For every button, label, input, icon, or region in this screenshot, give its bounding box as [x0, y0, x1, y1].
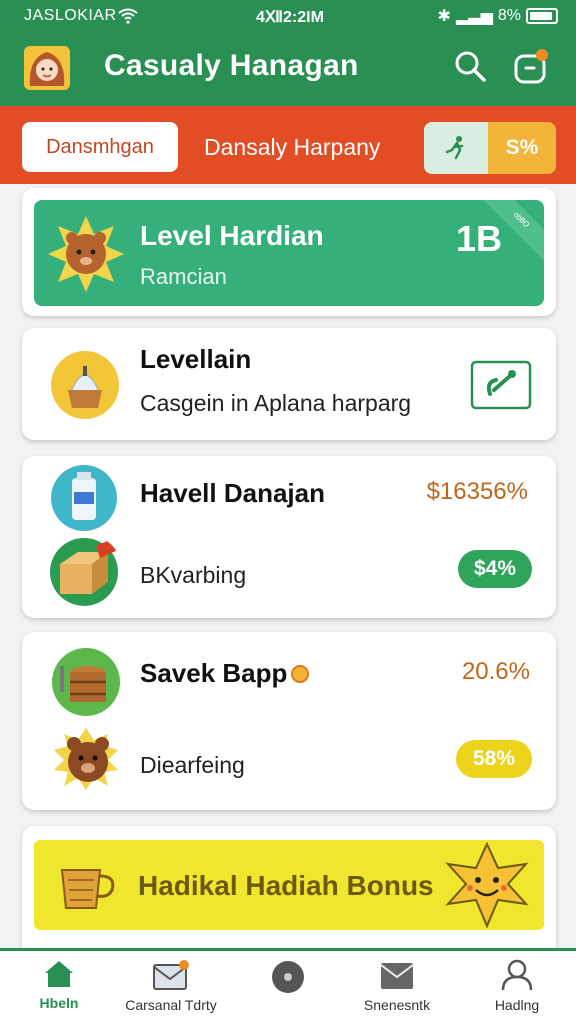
savek-value: 20.6%	[461, 658, 530, 685]
record-icon	[272, 961, 304, 993]
signal-icon: ▂▃▅	[455, 8, 493, 25]
nav-messages-label: Snenesntk	[363, 997, 431, 1013]
app-title: Casualy Hanagan	[104, 49, 359, 82]
mail-badge-icon	[153, 960, 189, 990]
battery-icon	[526, 8, 558, 24]
status-right: ✱ ▂▃▅ 8%	[438, 6, 558, 26]
bucket-icon	[51, 351, 119, 419]
coin-icon	[291, 664, 310, 683]
nav-messages[interactable]: Snenesntk	[342, 959, 452, 1013]
toggle-run-option[interactable]	[424, 122, 488, 174]
cup-icon	[60, 869, 115, 909]
banner-number: 1B	[456, 218, 503, 259]
app-bar: Casualy Hanagan	[0, 34, 576, 106]
levellain-card[interactable]: Levellain Casgein in Aplana harparg	[22, 328, 556, 440]
bottom-nav: Hbeln Carsanal Tdrty Snenesntk Hadlng	[0, 948, 576, 1024]
profile-icon	[501, 959, 533, 991]
bear-sun-icon	[48, 216, 124, 292]
nav-center[interactable]	[233, 959, 343, 1001]
carrier-label: JASLOKIAR	[24, 7, 117, 24]
level-banner[interactable]: Level Hardian Ramcian 1B ᵒᵇᴮᴼ	[34, 200, 544, 306]
smiley-star-icon	[445, 842, 529, 928]
nav-profile[interactable]: Hadlng	[462, 959, 572, 1013]
savek-bapp-card[interactable]: Savek Bapp 20.6% Diearfeing 58%	[22, 632, 556, 810]
wifi-icon	[118, 8, 138, 24]
tab-toggle[interactable]: S%	[424, 122, 556, 174]
nav-casual-label: Carsanal Tdrty	[125, 997, 217, 1013]
level-banner-card[interactable]: Level Hardian Ramcian 1B ᵒᵇᴮᴼ	[22, 188, 556, 316]
envelope-icon	[380, 963, 414, 989]
clock: 4Ⅻ2:2IM	[256, 9, 324, 26]
toggle-percent-option[interactable]: S%	[488, 122, 556, 174]
app-logo-icon	[24, 46, 70, 90]
tab-dansmhgan[interactable]: Dansmhgan	[22, 122, 178, 172]
bluetooth-icon: ✱	[437, 8, 451, 25]
barrel-icon	[52, 648, 120, 716]
savek-pill[interactable]: 58%	[456, 740, 532, 778]
nav-profile-label: Hadlng	[494, 997, 540, 1013]
savek-title-row: Savek Bapp	[140, 658, 310, 689]
nav-casual[interactable]: Carsanal Tdrty	[116, 959, 226, 1013]
lotion-bottle-icon	[51, 465, 117, 531]
runner-icon	[445, 136, 464, 160]
home-icon	[45, 961, 73, 987]
bonus-banner[interactable]: Hadikal Hadiah Bonus	[34, 840, 544, 930]
bear-icon	[54, 728, 118, 790]
havell-value: $16356%	[426, 478, 528, 505]
battery-percent: 8%	[497, 7, 521, 24]
nav-home[interactable]: Hbeln	[4, 959, 114, 1011]
havell-pill[interactable]: $4%	[458, 550, 532, 588]
search-icon[interactable]	[452, 48, 488, 84]
havell-subtitle: BKvarbing	[140, 562, 247, 588]
savek-title: Savek Bapp	[140, 658, 288, 688]
status-bar: JASLOKIAR 4Ⅻ2:2IM ✱ ▂▃▅ 8%	[0, 0, 576, 34]
havell-danajan-card[interactable]: Havell Danajan $16356% BKvarbing $4%	[22, 456, 556, 618]
box-icon	[50, 538, 118, 606]
savek-subtitle: Diearfeing	[140, 752, 245, 778]
nav-home-label: Hbeln	[39, 995, 79, 1011]
notification-icon[interactable]	[510, 46, 552, 88]
havell-title: Havell Danajan	[140, 478, 325, 508]
bonus-title: Hadikal Hadiah Bonus	[138, 870, 434, 901]
levellain-title: Levellain	[140, 344, 252, 374]
levellain-subtitle: Casgein in Aplana harparg	[140, 390, 412, 416]
tab-dansaly-harpany[interactable]: Dansaly Harpany	[204, 134, 380, 161]
tab-bar: Dansmhgan Dansaly Harpany S%	[0, 106, 576, 184]
banner-title: Level Hardian	[140, 220, 324, 251]
link-action-icon[interactable]	[470, 360, 532, 410]
bonus-card[interactable]: Hadikal Hadiah Bonus	[22, 826, 556, 966]
banner-subtitle: Ramcian	[140, 264, 227, 289]
